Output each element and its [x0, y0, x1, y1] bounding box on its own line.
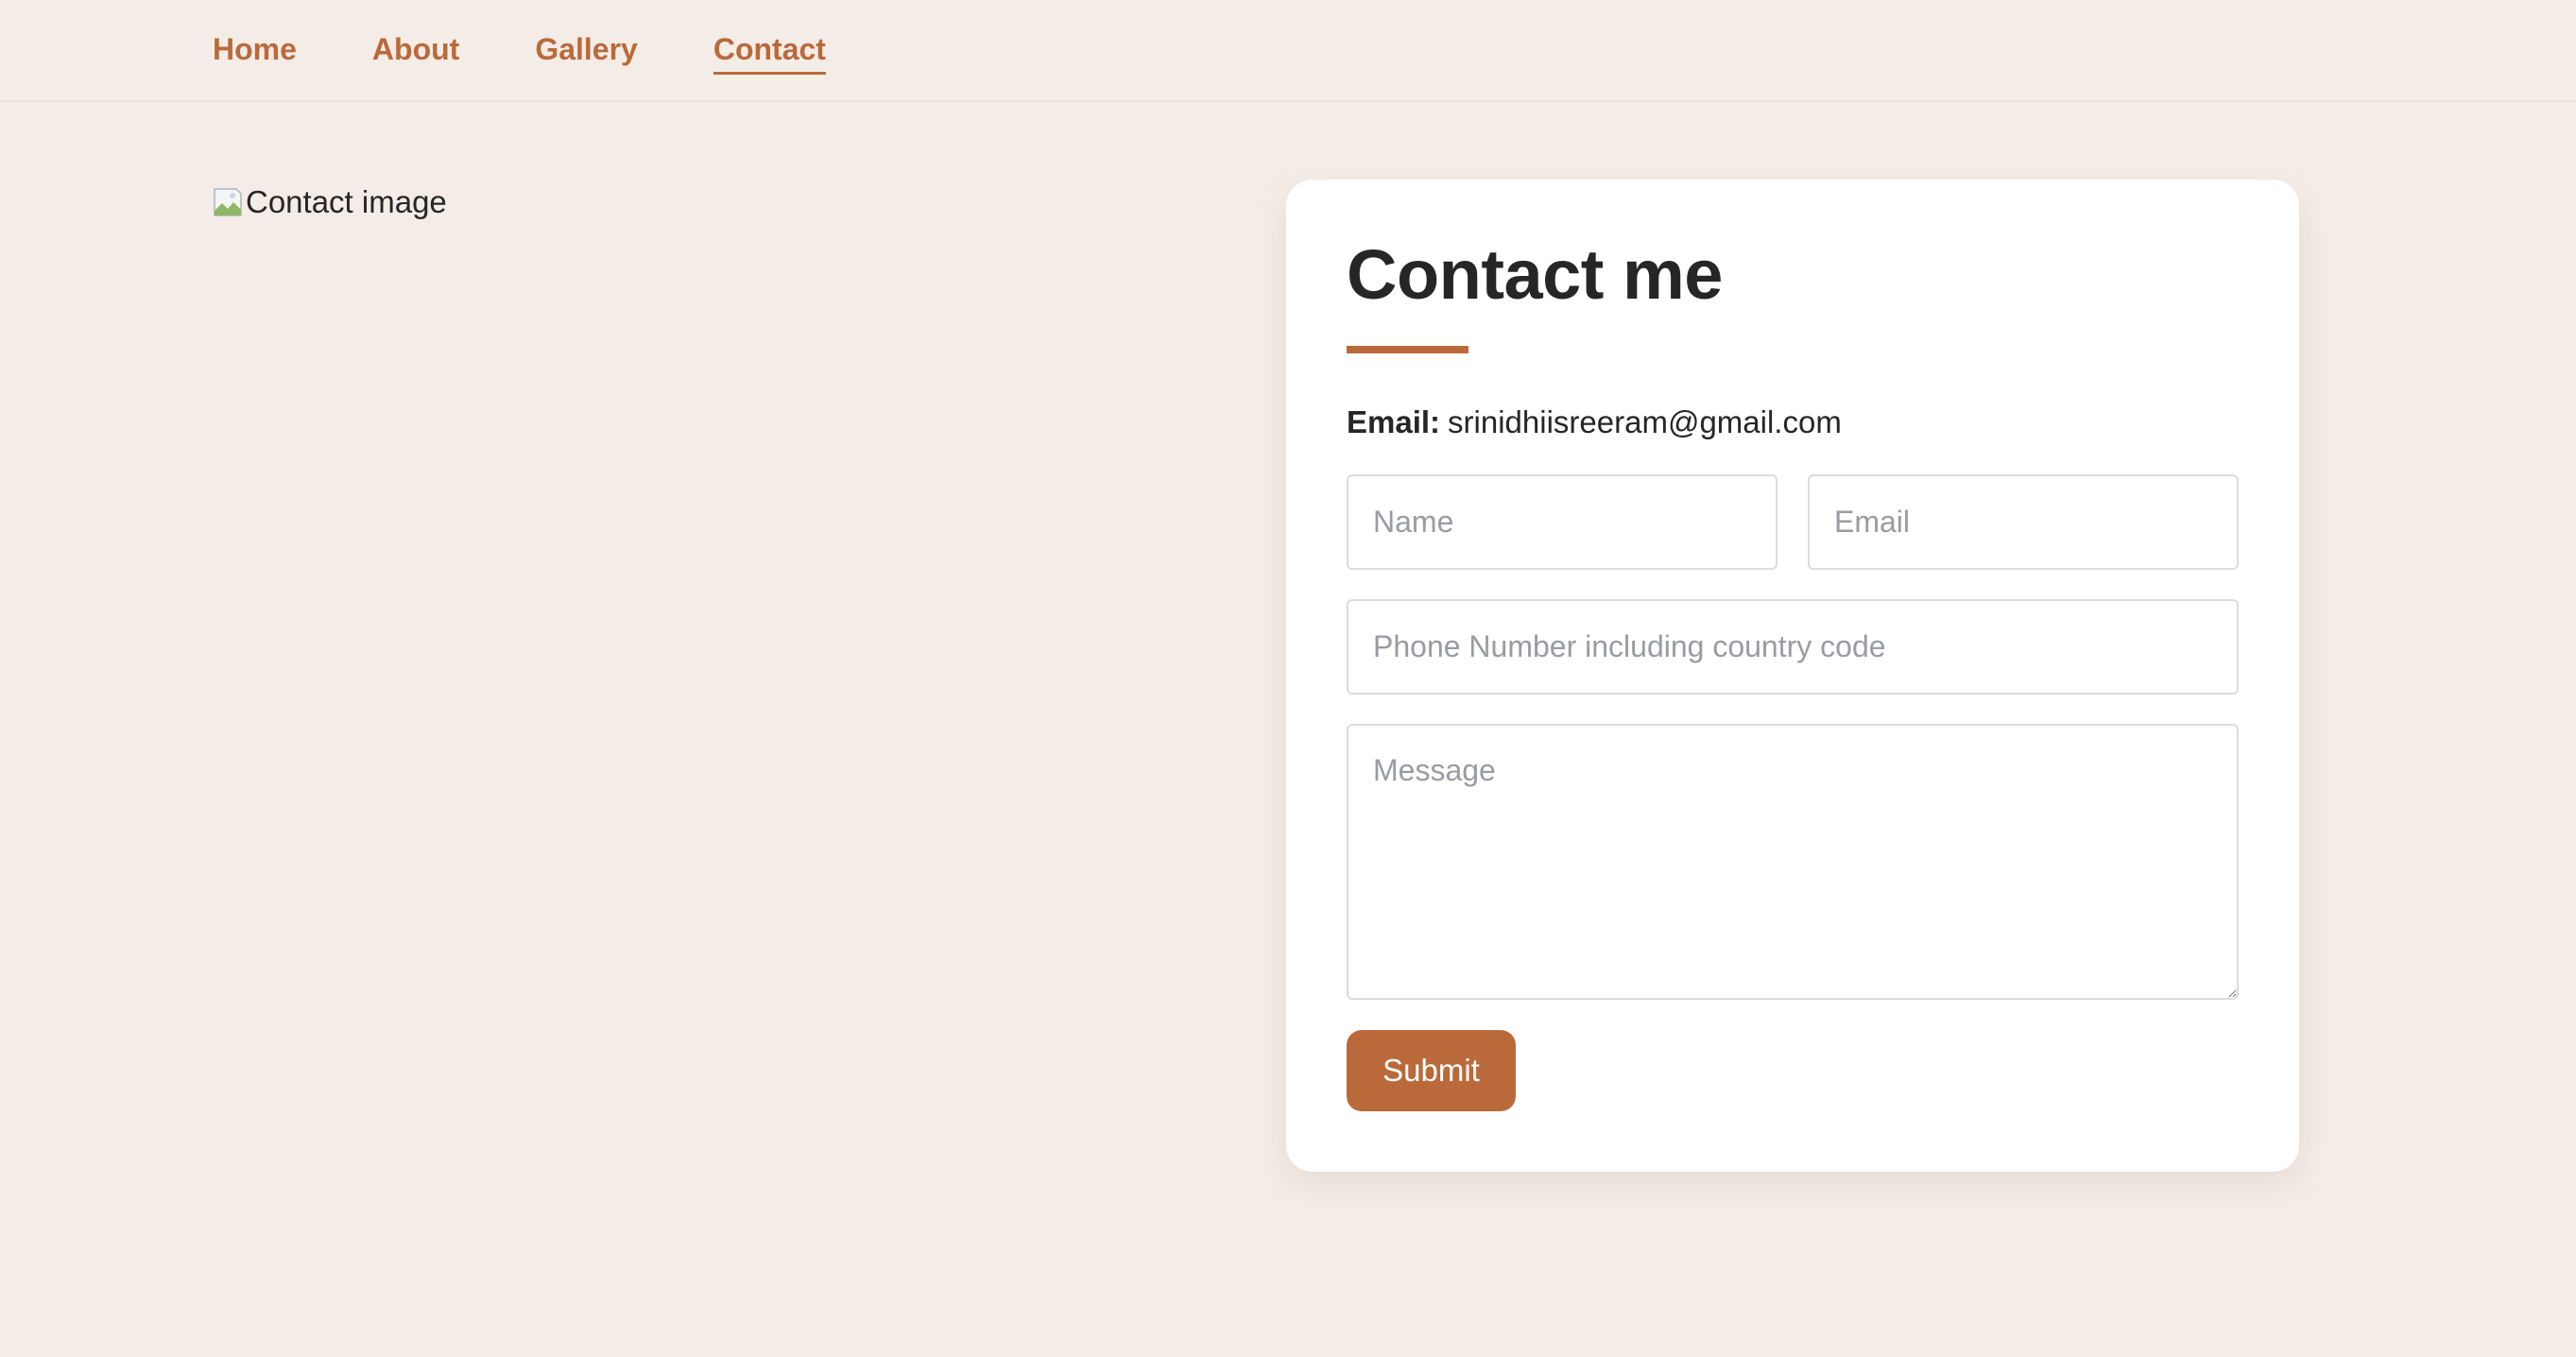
submit-button[interactable]: Submit — [1347, 1030, 1516, 1111]
contact-email-line: Email: srinidhiisreeram@gmail.com — [1347, 401, 1842, 444]
contact-card: Contact me Email: srinidhiisreeram@gmail.… — [1286, 180, 2299, 1172]
contact-image-alt-text: Contact image — [246, 184, 447, 219]
contact-title: Contact me — [1347, 235, 1723, 314]
email-label: Email: — [1347, 404, 1441, 439]
email-address: srinidhiisreeram@gmail.com — [1448, 404, 1842, 439]
contact-image: Contact image — [212, 180, 447, 225]
phone-input[interactable] — [1347, 599, 2239, 695]
message-textarea[interactable] — [1347, 724, 2239, 1000]
nav-link-about[interactable]: About — [372, 28, 459, 72]
nav-link-contact[interactable]: Contact — [713, 28, 826, 75]
email-input[interactable] — [1808, 474, 2239, 570]
nav-menu: Home About Gallery Contact — [213, 28, 826, 75]
top-navigation: Home About Gallery Contact — [0, 0, 2576, 102]
broken-image-icon — [214, 188, 242, 216]
nav-link-home[interactable]: Home — [213, 28, 297, 72]
nav-link-gallery[interactable]: Gallery — [535, 28, 638, 72]
title-underline — [1347, 346, 1468, 353]
name-input[interactable] — [1347, 474, 1777, 570]
